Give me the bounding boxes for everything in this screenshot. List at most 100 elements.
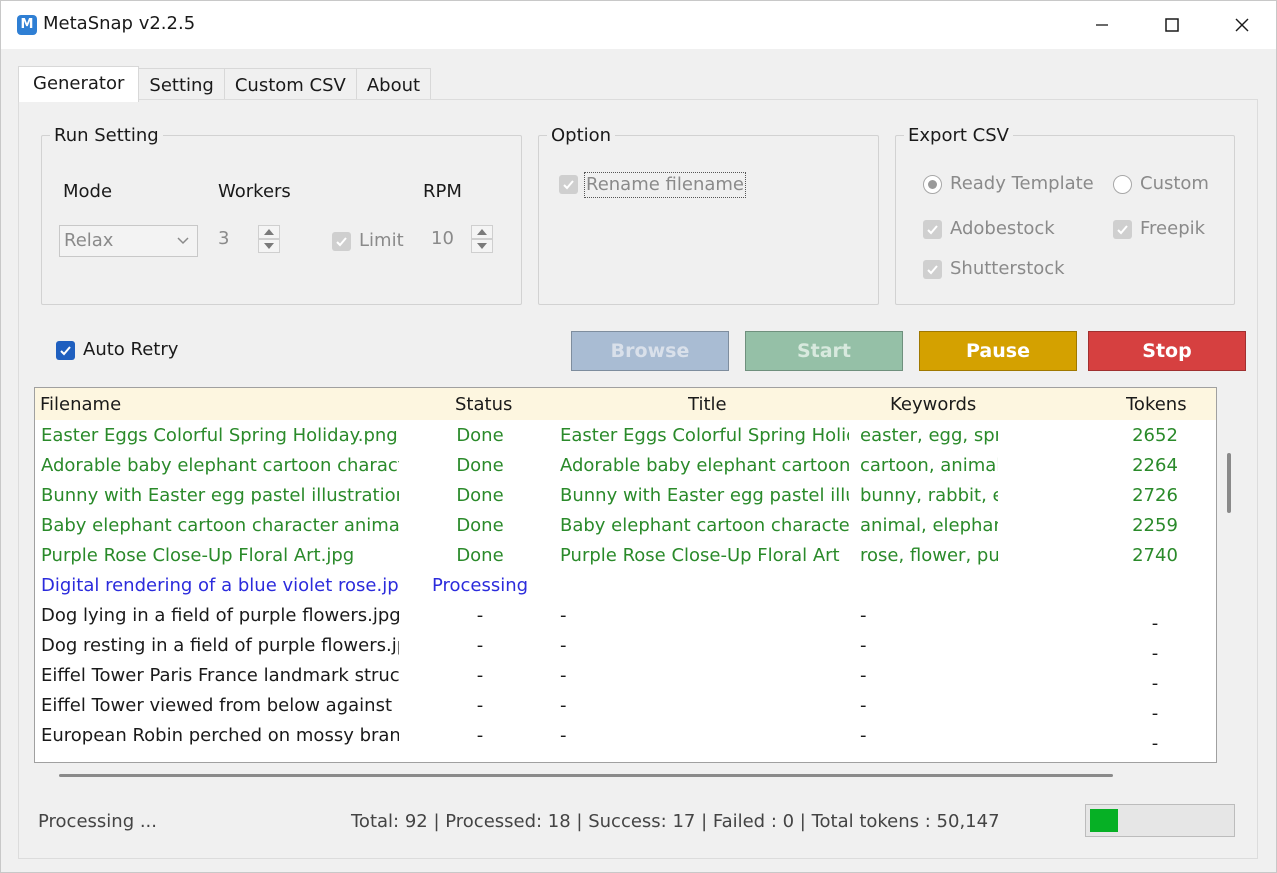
cell-status: Done	[456, 545, 504, 566]
column-header-status[interactable]: Status	[455, 390, 512, 420]
column-header-tokens[interactable]: Tokens	[1126, 390, 1187, 420]
export-csv-legend: Export CSV	[908, 125, 1009, 146]
cell-tokens: 2652	[1132, 425, 1178, 446]
shutterstock-checkbox[interactable]	[923, 260, 942, 279]
stepper-down-icon[interactable]	[258, 239, 280, 253]
cell-tokens: 2740	[1132, 545, 1178, 566]
cell-keywords: bunny, rabbit, easter	[860, 485, 998, 506]
column-header-title[interactable]: Title	[688, 390, 727, 420]
workers-input[interactable]: 3	[216, 225, 256, 253]
progress-fill	[1090, 809, 1118, 832]
table-row[interactable]: Dog resting in a field of purple flowers…	[35, 631, 1216, 664]
check-icon	[1117, 225, 1128, 235]
close-icon	[1235, 18, 1249, 32]
minimize-icon	[1096, 24, 1108, 26]
cell-keywords: -	[860, 665, 867, 686]
cell-filename: Baby elephant cartoon character animal.e…	[41, 515, 399, 536]
tab-about[interactable]: About	[355, 68, 432, 102]
table-row[interactable]: European Robin perched on mossy branch - -…	[35, 721, 1216, 754]
mode-label: Mode	[63, 181, 113, 202]
cell-filename: Bunny with Easter egg pastel illustratio…	[41, 485, 399, 506]
cell-title: -	[560, 695, 567, 716]
option-legend: Option	[551, 125, 612, 146]
cell-keywords: animal, elephant	[860, 515, 998, 536]
cell-tokens: 2259	[1132, 515, 1178, 536]
stop-button[interactable]: Stop	[1088, 331, 1246, 371]
file-list[interactable]: Filename Status Title Keywords Tokens Ea…	[34, 387, 1217, 763]
table-row[interactable]: Adorable baby elephant cartoon character…	[35, 451, 1216, 481]
table-row[interactable]: Bunny with Easter egg pastel illustratio…	[35, 481, 1216, 511]
table-row[interactable]: Easter Eggs Colorful Spring Holiday.png D…	[35, 421, 1216, 451]
cell-title: -	[560, 725, 567, 746]
custom-radio[interactable]	[1113, 175, 1132, 194]
stepper-up-icon[interactable]	[258, 225, 280, 239]
table-row[interactable]: Digital rendering of a blue violet rose.…	[35, 571, 1216, 601]
tab-bar: Generator Setting Custom CSV About	[18, 66, 432, 102]
auto-retry-checkbox[interactable]	[56, 341, 75, 360]
tab-generator[interactable]: Generator	[18, 66, 140, 102]
cell-filename: Dog resting in a field of purple flowers…	[41, 635, 399, 656]
mode-select[interactable]: Relax	[59, 225, 198, 257]
cell-filename: Eiffel Tower viewed from below against b…	[41, 695, 399, 716]
cell-status: Done	[456, 485, 504, 506]
cell-title: Baby elephant cartoon character	[560, 515, 849, 536]
close-button[interactable]	[1207, 1, 1277, 49]
ready-template-radio[interactable]	[923, 175, 942, 194]
cell-filename: Eiffel Tower Paris France landmark struc…	[41, 665, 399, 686]
cell-title	[560, 571, 849, 601]
minimize-button[interactable]	[1067, 1, 1137, 49]
freepik-checkbox[interactable]	[1113, 220, 1132, 239]
cell-status: Done	[456, 425, 504, 446]
cell-status: -	[476, 605, 484, 626]
adobestock-checkbox[interactable]	[923, 220, 942, 239]
cell-title: -	[560, 665, 567, 686]
cell-filename: Easter Eggs Colorful Spring Holiday.png	[41, 425, 398, 446]
stepper-down-icon[interactable]	[471, 239, 493, 253]
rpm-stepper[interactable]	[471, 225, 493, 253]
progress-bar	[1085, 804, 1235, 837]
shutterstock-label: Shutterstock	[950, 258, 1065, 279]
limit-checkbox[interactable]	[332, 232, 351, 251]
horizontal-scrollbar[interactable]	[59, 774, 1113, 777]
tab-setting[interactable]: Setting	[138, 68, 225, 102]
maximize-button[interactable]	[1137, 1, 1207, 49]
cell-filename: Purple Rose Close-Up Floral Art.jpg	[41, 545, 355, 566]
table-row[interactable]: Eiffel Tower viewed from below against b…	[35, 691, 1216, 724]
vertical-scrollbar[interactable]	[1227, 453, 1231, 513]
cell-filename: Digital rendering of a blue violet rose.…	[41, 575, 399, 596]
stepper-up-icon[interactable]	[471, 225, 493, 239]
cell-tokens: 2726	[1132, 485, 1178, 506]
table-row[interactable]: Purple Rose Close-Up Floral Art.jpg Done P…	[35, 541, 1216, 571]
cell-status: Done	[456, 455, 504, 476]
table-row[interactable]: Baby elephant cartoon character animal.e…	[35, 511, 1216, 541]
column-header-filename[interactable]: Filename	[40, 390, 121, 420]
title-bar[interactable]: M MetaSnap v2.2.5	[1, 1, 1276, 49]
app-window: M MetaSnap v2.2.5 Generator Setting Cust…	[0, 0, 1277, 873]
browse-button[interactable]: Browse	[571, 331, 729, 371]
check-icon	[60, 346, 71, 356]
table-row[interactable]: Eiffel Tower Paris France landmark struc…	[35, 661, 1216, 694]
column-header-keywords[interactable]: Keywords	[890, 390, 976, 420]
workers-label: Workers	[218, 181, 291, 202]
cell-keywords: -	[860, 695, 867, 716]
cell-keywords: rose, flower, purple	[860, 545, 998, 566]
check-icon	[336, 237, 347, 247]
start-button[interactable]: Start	[745, 331, 903, 371]
status-text: Processing ...	[38, 811, 158, 832]
cell-keywords: -	[860, 725, 867, 746]
adobestock-label: Adobestock	[950, 218, 1055, 239]
cell-status: -	[476, 725, 484, 746]
export-csv-group: Export CSV	[895, 125, 1235, 305]
cell-title: Bunny with Easter egg pastel illustratio…	[560, 485, 849, 506]
metasnap-logo-icon: M	[17, 15, 37, 35]
workers-stepper[interactable]	[258, 225, 280, 253]
table-row[interactable]: Dog lying in a field of purple flowers.j…	[35, 601, 1216, 634]
pause-button[interactable]: Pause	[919, 331, 1077, 371]
cell-title: -	[560, 635, 567, 656]
tab-custom-csv[interactable]: Custom CSV	[223, 68, 357, 102]
rename-filename-checkbox[interactable]	[559, 175, 578, 194]
rpm-input[interactable]: 10	[429, 225, 469, 253]
check-icon	[563, 180, 574, 190]
cell-filename: Adorable baby elephant cartoon character	[41, 455, 399, 476]
status-summary: Total: 92 | Processed: 18 | Success: 17 …	[351, 811, 1000, 832]
